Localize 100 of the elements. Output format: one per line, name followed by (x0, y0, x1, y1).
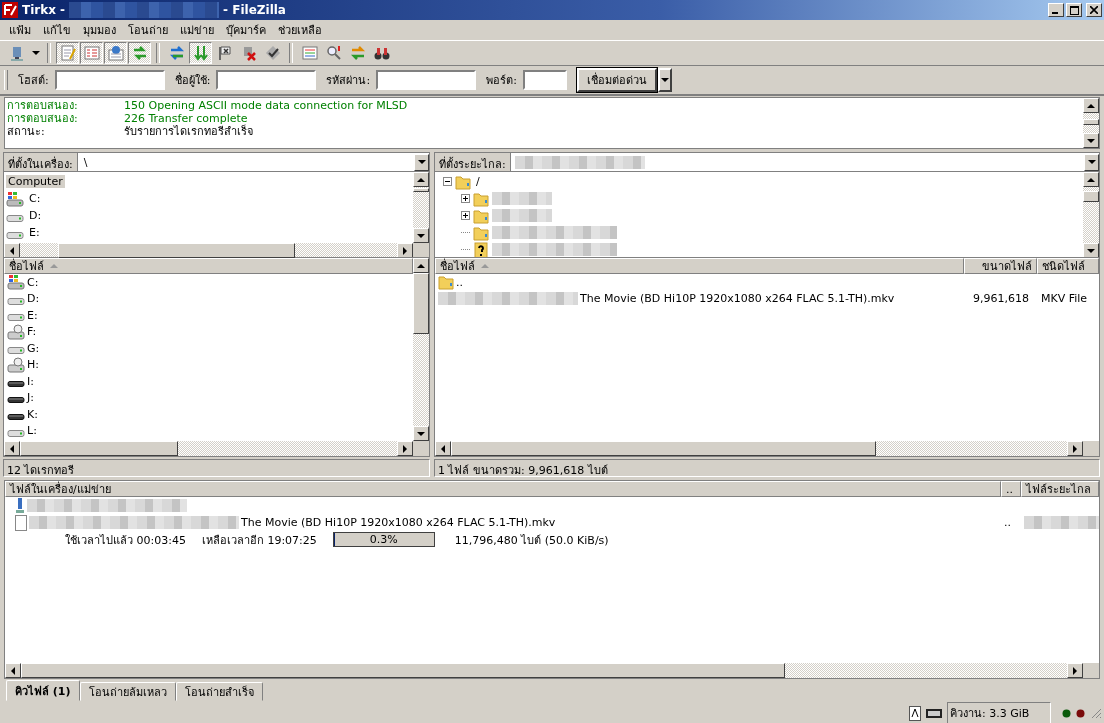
log-message: รับรายการไดเรกทอรีสำเร็จ (124, 125, 253, 138)
vertical-scrollbar[interactable] (413, 258, 429, 441)
username-label: ชื่อผู้ใช้: (174, 71, 211, 89)
tree-item[interactable]: C: (27, 192, 43, 205)
horizontal-scrollbar[interactable] (4, 441, 413, 456)
column-header[interactable]: ไฟล์ในเครื่อง/แม่ข่าย (5, 481, 1001, 497)
minimize-button[interactable] (1048, 3, 1064, 17)
file-name[interactable]: D: (27, 292, 40, 306)
toolbar-button[interactable] (56, 42, 79, 64)
close-icon (1090, 6, 1098, 14)
column-header[interactable]: ไฟล์ระยะไกล (1021, 481, 1099, 497)
redacted-text (492, 192, 552, 205)
tab[interactable]: โอนถ่ายสำเร็จ (175, 682, 263, 701)
menu-item[interactable]: แก้ไข (37, 21, 77, 39)
file-type: MKV File (1040, 292, 1089, 306)
network-drive-icon (7, 323, 25, 340)
drive-icon (6, 231, 24, 240)
maximize-button[interactable] (1066, 3, 1082, 17)
toolbar-button[interactable] (104, 42, 127, 64)
question-file-icon (473, 241, 489, 258)
file-name[interactable]: The Movie (BD Hi10P 1920x1080 x264 FLAC 5.1-TH).mkv (580, 292, 954, 306)
file-name[interactable]: L: (27, 424, 37, 438)
local-path-combo[interactable]: \ (77, 153, 429, 171)
redacted-text (492, 209, 552, 222)
tree-item[interactable]: Computer (6, 175, 65, 188)
folder-icon (473, 207, 489, 224)
host-field[interactable] (54, 70, 165, 90)
password-label: รหัสผ่าน: (326, 73, 371, 89)
file-name[interactable]: H: (27, 358, 39, 372)
removable-drive-icon (7, 397, 25, 405)
menu-item[interactable]: แม่ข่าย (174, 21, 220, 39)
status-light-icon (1076, 708, 1085, 718)
file-name[interactable]: C: (27, 275, 39, 289)
server-icon (9, 45, 26, 61)
port-field[interactable] (522, 70, 567, 90)
expand-icon[interactable] (461, 211, 470, 220)
menu-item[interactable]: แฟ้ม (3, 21, 37, 39)
column-header[interactable]: ชื่อไฟล์ (435, 258, 964, 274)
tab[interactable]: โอนถ่ายล้มเหลว (79, 682, 176, 701)
toolbar-button[interactable] (128, 42, 151, 64)
resize-grip-icon (1090, 707, 1102, 719)
menu-item[interactable]: โอนถ่าย (122, 21, 174, 39)
toolbar-button[interactable] (80, 42, 103, 64)
windows-drive-icon (6, 190, 24, 207)
username-field[interactable] (216, 70, 317, 90)
horizontal-scrollbar[interactable] (435, 441, 1083, 456)
tree-item[interactable]: E: (27, 226, 42, 239)
file-name: The Movie (BD Hi10P 1920x1080 x264 FLAC 5.1-TH).mkv (241, 516, 557, 529)
column-header[interactable]: ชื่อไฟล์ (4, 258, 413, 274)
menu-item[interactable]: บุ๊คมาร์ค (220, 21, 272, 39)
file-name[interactable]: G: (27, 341, 40, 355)
port-label: พอร์ต: (486, 73, 517, 89)
file-icon (15, 514, 27, 531)
quickconnect-button[interactable]: เชื่อมต่อด่วน (576, 68, 657, 92)
file-name[interactable]: K: (27, 407, 38, 421)
drive-icon (6, 214, 24, 223)
password-field[interactable] (376, 70, 477, 90)
elapsed-time: ใช้เวลาไปแล้ว 00:03:45 (65, 532, 186, 549)
menu-item[interactable]: มุมมอง (77, 21, 122, 39)
vertical-scrollbar[interactable] (1083, 98, 1099, 148)
horizontal-scrollbar[interactable] (4, 243, 413, 258)
column-header[interactable]: .. (1001, 481, 1021, 497)
tree-item[interactable]: / (474, 175, 482, 188)
file-name[interactable]: .. (456, 275, 463, 289)
removable-drive-icon (7, 380, 25, 388)
expand-icon[interactable] (461, 194, 470, 203)
window-title: - FileZilla (223, 3, 286, 17)
removable-drive-icon (7, 413, 25, 421)
folder-icon (473, 224, 489, 241)
file-name[interactable]: I: (27, 374, 34, 388)
scrollbar-corner (1083, 441, 1099, 456)
app-logo-icon (2, 2, 18, 18)
log-label: สถานะ: (7, 125, 46, 138)
log-message: 150 Opening ASCII mode data connection for MLSD (124, 99, 408, 112)
window-title: Tirkx - (22, 3, 66, 17)
magnifier-icon (325, 45, 342, 61)
maximize-icon (1069, 5, 1079, 15)
remote-site-label: ที่ตั้งระยะไกล: (435, 153, 511, 171)
menu-item[interactable]: ช่วยเหลือ (272, 21, 328, 39)
flag-icon (216, 45, 233, 61)
file-name[interactable]: F: (27, 325, 37, 339)
vertical-scrollbar[interactable] (413, 172, 429, 243)
tab[interactable]: คิวไฟล์ (1) (6, 680, 80, 701)
binoculars-icon (373, 45, 390, 61)
drive-icon (7, 314, 25, 323)
log-label: การตอบสนอง: (7, 112, 79, 125)
drive-icon (7, 429, 25, 438)
toolbar-button[interactable] (189, 42, 212, 64)
close-button[interactable] (1086, 3, 1102, 17)
column-header[interactable]: ขนาดไฟล์ (964, 258, 1037, 274)
tree-item[interactable]: D: (27, 209, 44, 222)
vertical-scrollbar[interactable] (1083, 172, 1099, 258)
file-name[interactable]: E: (27, 308, 38, 322)
collapse-icon[interactable] (443, 177, 452, 186)
column-header[interactable]: ชนิดไฟล์ (1037, 258, 1099, 274)
file-name[interactable]: J: (27, 391, 34, 405)
transfer-arrows-icon (131, 45, 148, 61)
folder-icon (438, 274, 454, 291)
horizontal-scrollbar[interactable] (5, 663, 1083, 678)
progress-text: 0.3% (369, 533, 398, 546)
